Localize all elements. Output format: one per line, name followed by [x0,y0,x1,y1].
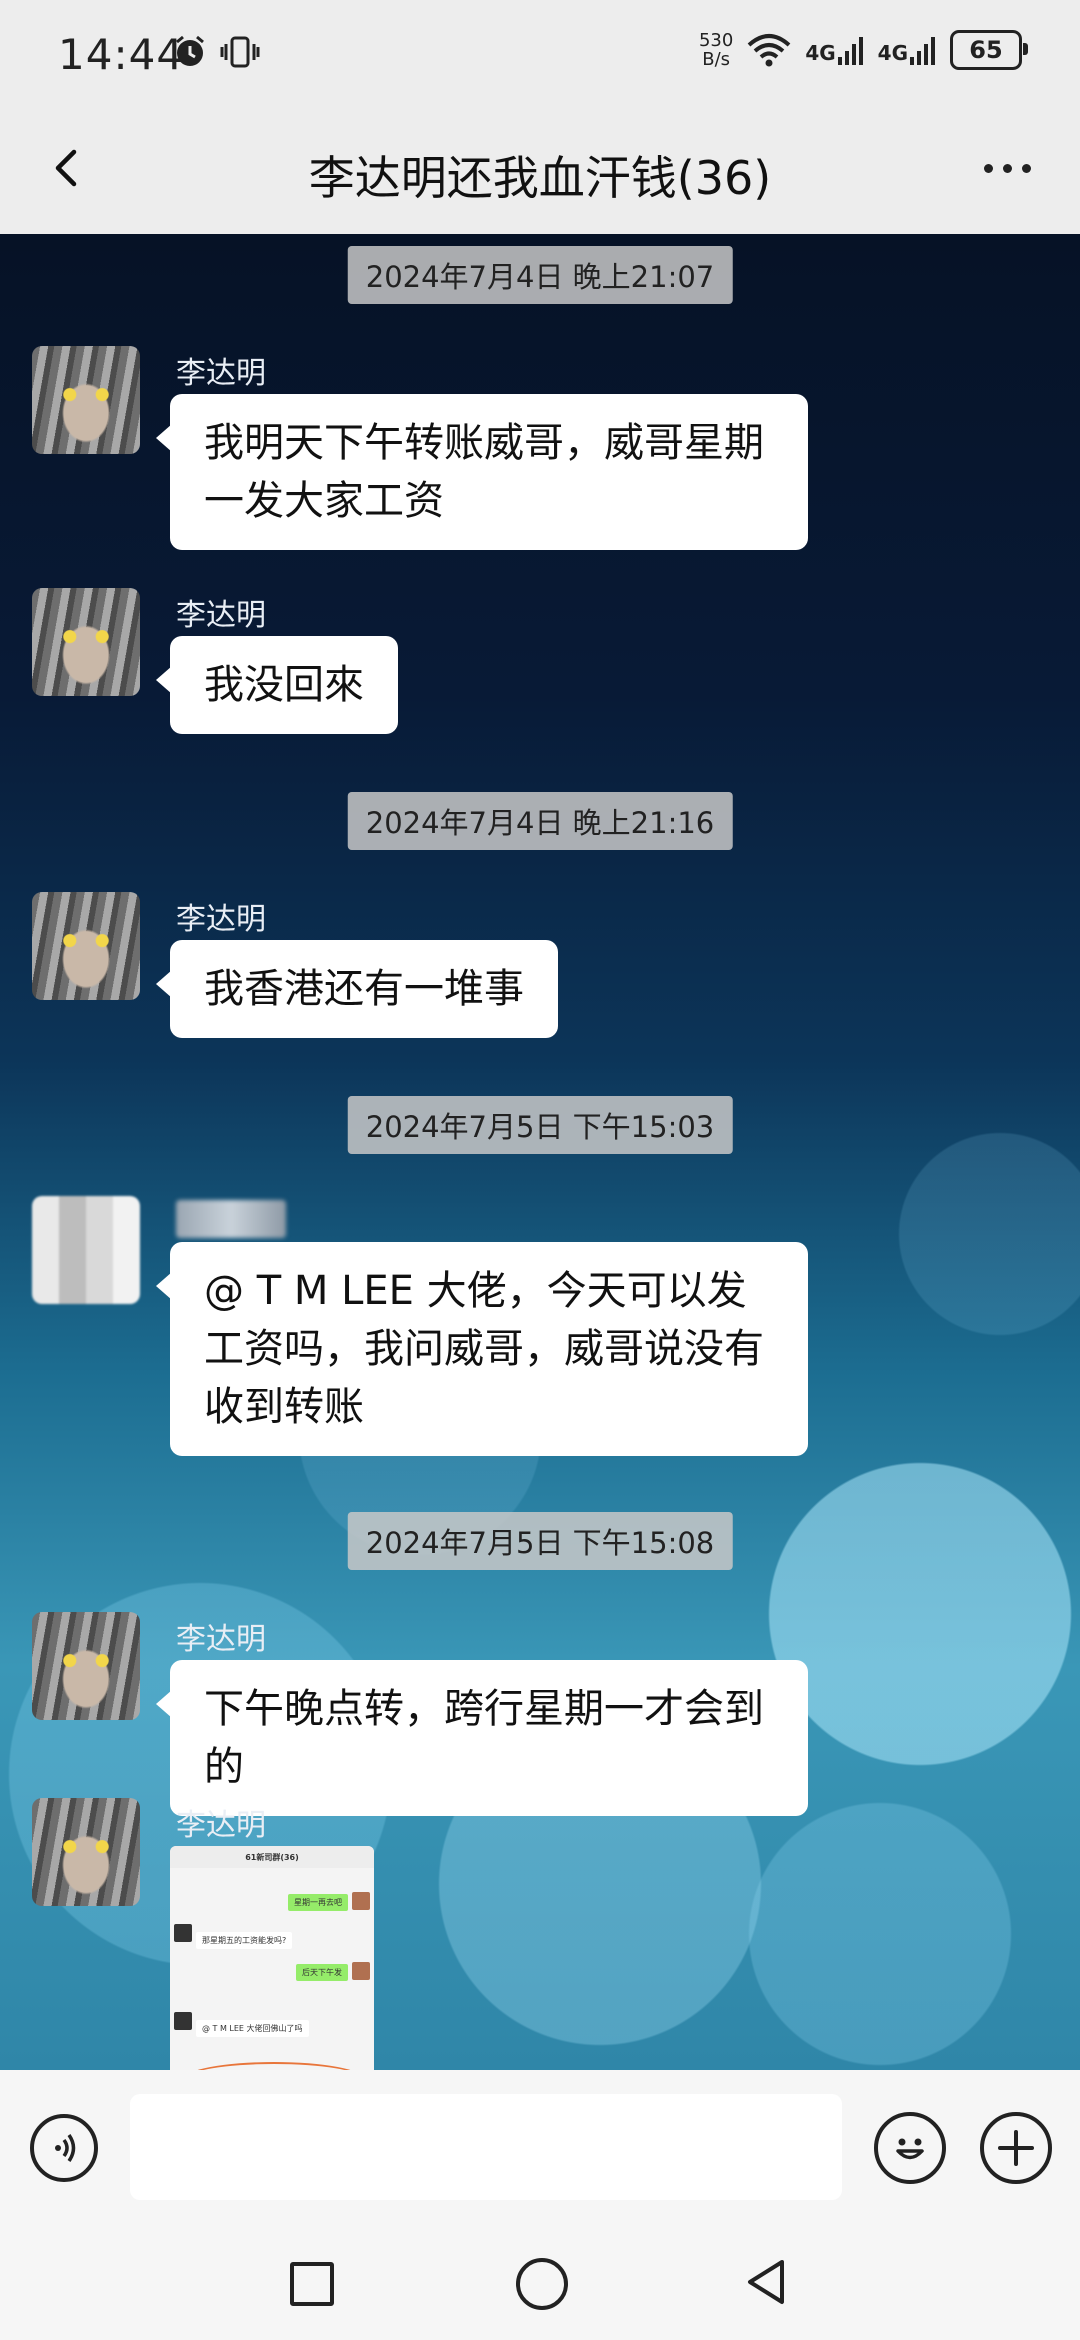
avatar[interactable] [32,588,140,696]
sender-name: 李达明 [176,1622,266,1657]
clock: 14:44 [58,30,185,79]
image-bubble-green: 星期一再去吧 [288,1894,348,1911]
alarm-icon [176,35,204,66]
image-avatar [352,1892,370,1910]
plus-icon [998,2130,1034,2166]
image-bubble-white: @ T M LEE 大佬回佛山了吗 [196,2020,309,2037]
chat-header: 李达明还我血汗钱(36) [0,108,1080,234]
avatar[interactable] [32,1798,140,1906]
image-bubble-white: 那星期五的工资能发吗? [196,1932,293,1949]
timestamp: 2024年7月5日 下午15:08 [347,1512,733,1570]
battery-icon: 65 [950,30,1028,70]
image-message[interactable]: 61新司群(36) 星期一再去吧 那星期五的工资能发吗? 后天下午发 @ T M… [170,1846,374,2070]
avatar[interactable] [32,346,140,454]
message-bubble[interactable]: 我没回來 [156,636,398,734]
timestamp: 2024年7月4日 晚上21:16 [347,792,733,850]
status-bar: 14:44 530 B/s 4G 4G 65 [0,0,1080,108]
avatar[interactable] [32,1196,140,1304]
status-icons-right: 530 B/s 4G 4G 65 [698,30,1028,70]
chat-title: 李达明还我血汗钱(36) [308,151,772,205]
emoji-button[interactable] [874,2112,946,2184]
net-speed: 530 B/s [698,30,734,70]
dot-icon [1002,163,1012,173]
battery-level: 65 [969,36,1003,64]
image-avatar [352,1962,370,1980]
message-bubble[interactable]: 下午晚点转，跨行星期一才会到的 [156,1660,808,1816]
signal-label-2: 4G [877,41,908,65]
sender-name: 李达明 [176,598,266,633]
home-button[interactable] [516,2258,568,2310]
chat-area[interactable]: 2024年7月4日 晚上21:07 李达明 我明天下午转账威哥，威哥星期一发大家… [0,234,1080,2070]
message-bubble[interactable]: 我明天下午转账威哥，威哥星期一发大家工资 [156,394,808,550]
system-nav-bar [0,2224,1080,2340]
dot-icon [1021,163,1031,173]
sender-name: 李达明 [176,356,266,391]
dot-icon [983,163,993,173]
more-functions-button[interactable] [980,2112,1052,2184]
message-input[interactable] [130,2094,842,2200]
recents-button[interactable] [290,2262,334,2306]
message-bubble[interactable]: @ T M LEE 大佬，今天可以发工资吗，我问威哥，威哥说没有收到转账 [156,1242,808,1456]
wifi-icon [747,34,791,67]
more-options-button[interactable] [972,138,1042,198]
back-triangle-icon[interactable] [742,2256,792,2308]
image-avatar [174,1924,192,1942]
vibrate-icon [220,36,260,68]
avatar[interactable] [32,1612,140,1720]
signal-label-1: 4G [805,41,836,65]
status-icons-left [172,34,260,70]
message-bubble[interactable]: 我香港还有一堆事 [156,940,558,1038]
sender-name: 李达明 [176,902,266,937]
signal-icon [910,37,935,65]
voice-icon [55,2134,76,2162]
sender-name [176,1200,286,1238]
voice-button[interactable] [30,2114,98,2182]
image-avatar [174,2012,192,2030]
timestamp: 2024年7月4日 晚上21:07 [347,246,733,304]
sender-name: 李达明 [176,1808,266,1843]
signal-icon [837,37,863,65]
image-highlight-circle [184,2062,364,2070]
timestamp: 2024年7月5日 下午15:03 [347,1096,733,1154]
image-bubble-green: 后天下午发 [296,1964,348,1981]
image-title: 61新司群(36) [245,1853,299,1862]
smiley-icon [896,2138,924,2160]
input-bar [0,2070,1080,2224]
avatar[interactable] [32,892,140,1000]
